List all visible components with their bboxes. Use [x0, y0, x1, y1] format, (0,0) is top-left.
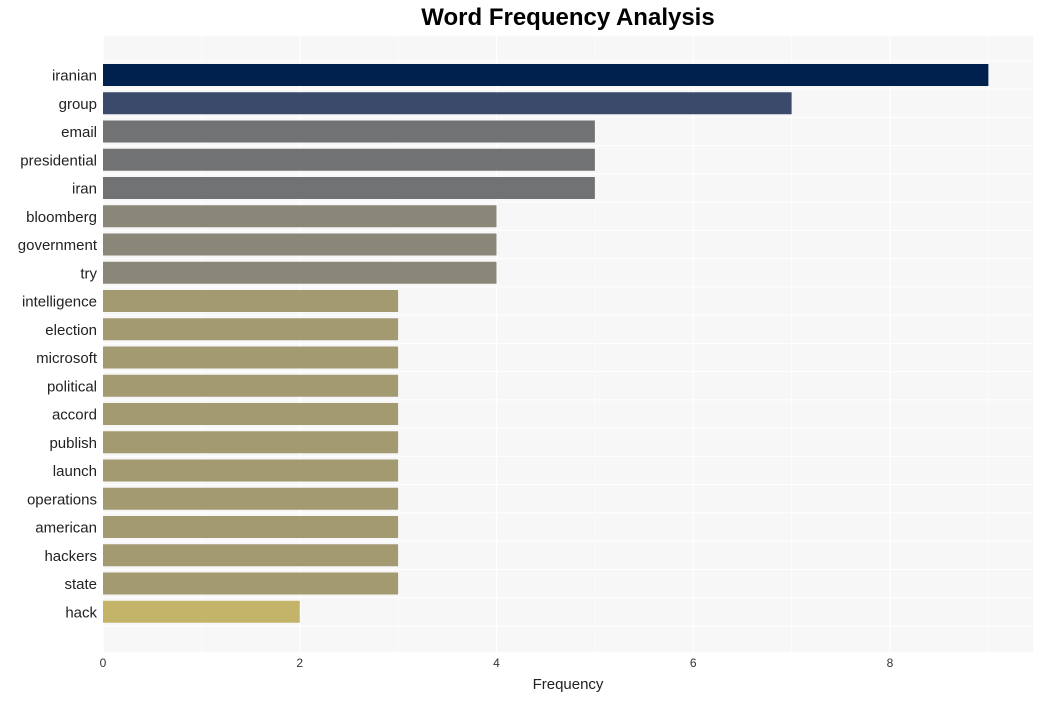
category-label: microsoft [36, 350, 98, 367]
category-label: election [45, 322, 97, 339]
x-axis-title: Frequency [533, 676, 604, 693]
category-labels: iranian group email presidential iran bloombe… [18, 68, 98, 622]
bar-intelligence [103, 290, 399, 312]
bar-presidential [103, 148, 595, 171]
x-tick-label: 0 [100, 656, 107, 670]
category-label: hack [65, 604, 97, 621]
category-label: operations [27, 491, 97, 508]
category-label: bloomberg [26, 209, 97, 226]
bar-political [103, 374, 399, 397]
bar-state [103, 572, 399, 595]
bar-hackers [103, 544, 399, 567]
category-label: american [35, 520, 97, 537]
bar-operations [103, 487, 399, 510]
bar-hack [103, 600, 300, 623]
category-label: intelligence [22, 294, 97, 311]
x-tick-label: 8 [887, 656, 894, 670]
category-label: group [59, 96, 97, 113]
category-label: email [61, 124, 97, 141]
category-label: iran [72, 181, 97, 198]
bar-iranian [103, 64, 989, 86]
category-label: political [47, 378, 97, 395]
category-label: presidential [20, 152, 97, 169]
x-tick-label: 4 [493, 656, 500, 670]
category-label: try [80, 265, 97, 282]
bar-publish [103, 431, 399, 454]
bar-chart: iranian group email presidential iran bloombe… [18, 36, 1033, 693]
bar-election [103, 318, 399, 341]
bar-government [103, 233, 497, 256]
x-tick-label: 2 [296, 656, 303, 670]
category-label: iranian [52, 68, 97, 85]
bar-launch [103, 459, 399, 482]
bar-iran [103, 177, 595, 199]
bar-group [103, 92, 792, 115]
bar-email [103, 120, 595, 143]
x-tick-label: 6 [690, 656, 697, 670]
category-label: government [18, 237, 98, 254]
bar-american [103, 516, 399, 538]
category-label: launch [53, 463, 97, 480]
bar-try [103, 261, 497, 284]
bar-accord [103, 403, 399, 425]
category-label: publish [49, 435, 97, 452]
category-label: hackers [44, 548, 97, 565]
bar-microsoft [103, 346, 399, 369]
category-label: accord [52, 407, 97, 424]
x-tick-labels: 0 2 4 6 8 [100, 656, 894, 670]
bar-bloomberg [103, 205, 497, 228]
category-label: state [64, 576, 97, 593]
